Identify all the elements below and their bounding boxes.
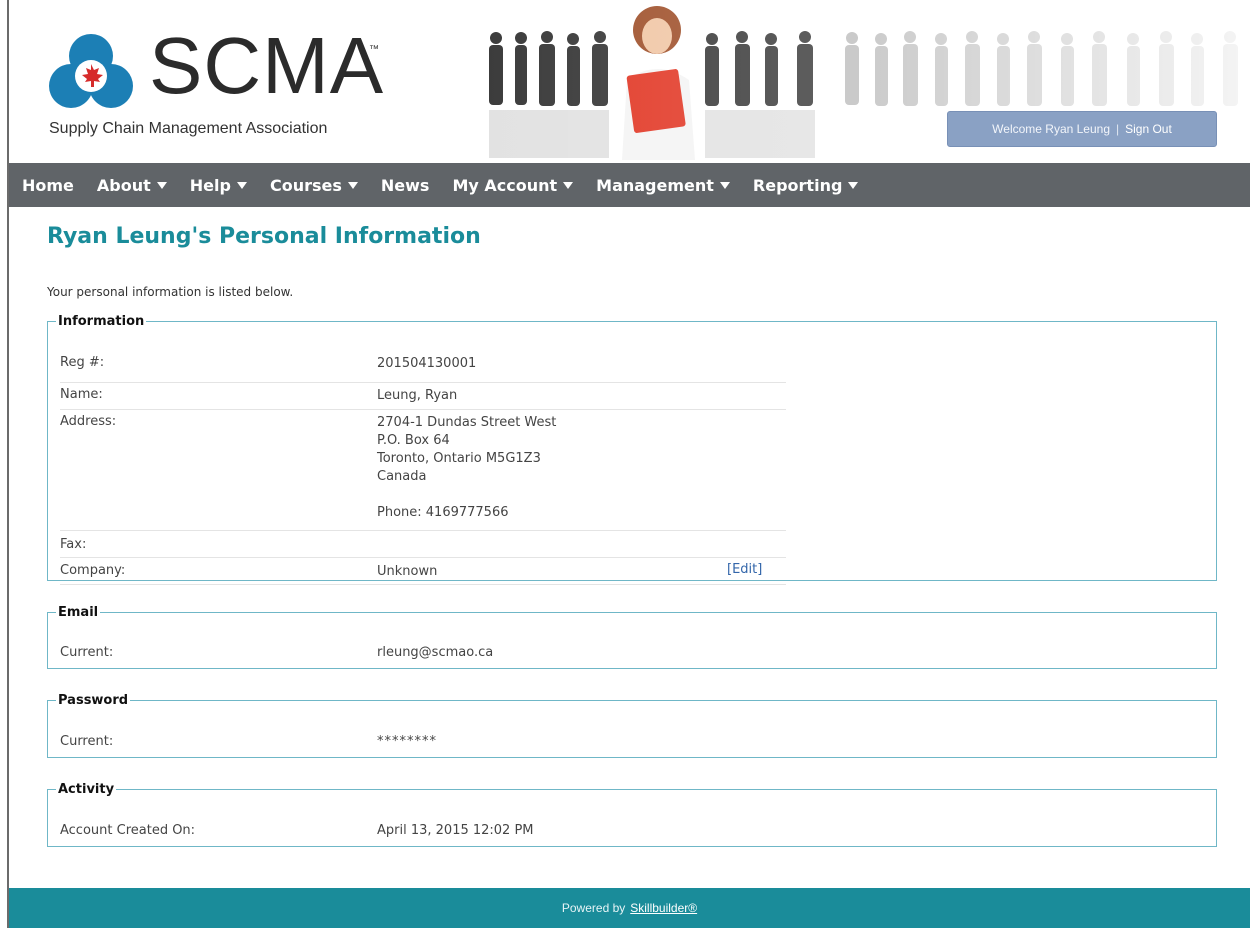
activity-section: Activity Account Created On: April 13, 2… [47,782,1217,847]
company-label: Company: [60,563,126,578]
company-value: Unknown [377,564,438,579]
nav-item-courses[interactable]: Courses [270,176,358,195]
fax-label: Fax: [60,537,87,552]
section-legend: Activity [58,782,115,797]
name-value: Leung, Ryan [377,388,458,403]
caret-down-icon [236,182,247,189]
information-section: Information Reg #: 201504130001 Name: Le… [47,314,1217,585]
nav-item-home[interactable]: Home [22,176,74,195]
address-line: P.O. Box 64 [377,433,450,448]
email-current-label: Current: [60,645,114,660]
info-row-fax: Fax: [60,531,786,558]
edit-company-link[interactable]: [Edit] [727,562,762,577]
info-row-name: Name: Leung, Ryan [60,383,786,410]
address-line: Toronto, Ontario M5G1Z3 [377,451,541,466]
address-value: 2704-1 Dundas Street West P.O. Box 64 To… [377,414,556,522]
nav-item-label: News [380,175,430,195]
nav-item-label: Home [22,175,74,195]
info-row-reg: Reg #: 201504130001 [60,355,786,383]
nav-item-label: My Account [452,175,558,195]
nav-item-help[interactable]: Help [190,176,247,195]
nav-item-label: Reporting [752,175,843,195]
account-created-label: Account Created On: [60,823,196,838]
nav-item-label: Courses [269,175,342,195]
page-title: Ryan Leung's Personal Information [47,224,481,249]
nav-item-management[interactable]: Management [596,176,730,195]
section-legend: Information [58,314,145,329]
nav-item-news[interactable]: News [381,176,430,195]
password-current-value: ******** [377,734,437,749]
email-current-value: rleung@scmao.ca [377,645,494,660]
nav-item-label: Help [189,175,231,195]
caret-down-icon [848,182,859,189]
skillbuilder-link[interactable]: Skillbuilder® [630,901,697,915]
welcome-separator: | [1116,122,1120,136]
reg-label: Reg #: [60,355,105,370]
nav-item-reporting[interactable]: Reporting [752,175,859,195]
nav-item-label: Management [596,175,714,195]
main-nav: Home About Help Courses News My Account … [9,163,1250,207]
section-legend: Email [58,605,99,620]
caret-down-icon [563,182,574,189]
footer: Powered by Skillbuilder® [9,888,1250,928]
section-legend: Password [58,693,129,708]
password-section: Password Current: ******** [47,693,1217,758]
info-row-company: Company: Unknown [Edit] [60,558,786,585]
header: SCMA ™ Supply Chain Management Associati… [9,0,1250,163]
scma-logo-icon [49,34,133,108]
logo-subtitle: Supply Chain Management Association [49,120,328,137]
address-label: Address: [60,414,117,429]
nav-item-label: About [96,175,151,195]
reg-value: 201504130001 [377,356,477,371]
address-line: 2704-1 Dundas Street West [377,415,557,430]
welcome-text: Welcome Ryan Leung [992,122,1110,136]
nav-item-about[interactable]: About [97,176,167,195]
powered-by-text: Powered by [561,901,626,915]
address-line: Canada [377,469,427,484]
welcome-box: Welcome Ryan Leung | Sign Out [947,111,1217,147]
email-section: Email Current: rleung@scmao.ca [47,605,1217,669]
caret-down-icon [719,182,730,189]
sign-out-link[interactable]: Sign Out [1125,122,1172,136]
account-created-value: April 13, 2015 12:02 PM [377,823,534,838]
name-label: Name: [60,387,103,402]
info-row-address: Address: 2704-1 Dundas Street West P.O. … [60,410,786,531]
caret-down-icon [347,182,358,189]
intro-text: Your personal information is listed belo… [47,285,294,299]
logo-trademark: ™ [369,44,379,55]
nav-item-my-account[interactable]: My Account [452,175,574,195]
logo-text: SCMA [149,21,385,110]
password-current-label: Current: [60,734,114,749]
caret-down-icon [156,182,167,189]
phone-value: Phone: 4169777566 [377,505,509,520]
